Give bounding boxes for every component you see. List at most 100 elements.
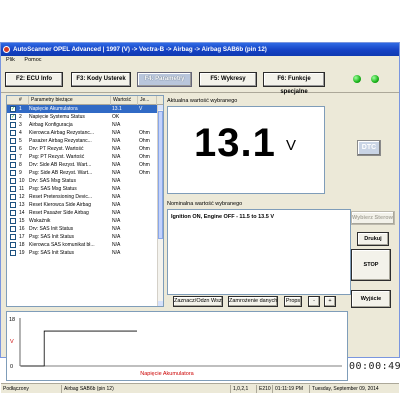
mark-all-button[interactable]: Zaznacz/Odzn Wszystkie: [173, 296, 223, 307]
row-checkbox[interactable]: [10, 234, 16, 240]
row-unit: Ohm: [139, 170, 150, 176]
table-row[interactable]: 8 Drv: Side AB Rezyst. Wart... N/A Ohm: [7, 161, 157, 169]
row-checkbox[interactable]: [10, 194, 16, 200]
row-parameter-name: Drv: SAS Msg Status: [29, 178, 76, 184]
row-checkbox[interactable]: ✓: [10, 106, 16, 112]
row-checkbox[interactable]: [10, 178, 16, 184]
table-row[interactable]: 18 Kierowca SAS komunikat bł... N/A: [7, 241, 157, 249]
row-parameter-name: Kierowca Airbag Rezystanc...: [29, 130, 95, 136]
props-button[interactable]: Props: [284, 296, 302, 307]
dtc-button[interactable]: DTC: [357, 140, 381, 156]
row-checkbox[interactable]: [10, 210, 16, 216]
table-row[interactable]: 11 Psg: SAS Msg Status N/A: [7, 185, 157, 193]
row-value: N/A: [112, 130, 121, 136]
table-row[interactable]: 15 Wskaźnik N/A: [7, 217, 157, 225]
row-parameter-name: Napięcie Akumulatora: [29, 106, 78, 112]
row-checkbox[interactable]: ✓: [10, 114, 16, 120]
row-checkbox[interactable]: [10, 162, 16, 168]
status-time: 01:11:19 PM: [272, 385, 309, 393]
menu-item-help[interactable]: Pomoc: [24, 57, 41, 63]
title-bar[interactable]: AutoScanner OPEL Advanced | 1997 (V) -> …: [1, 43, 399, 56]
tab-fault-codes[interactable]: F3: Kody Usterek: [71, 72, 131, 87]
table-row[interactable]: 14 Reset Pasażer Side Airbag N/A: [7, 209, 157, 217]
zoom-in-button[interactable]: +: [324, 296, 336, 307]
table-row[interactable]: 13 Reset Kierowca Side Airbag N/A: [7, 201, 157, 209]
row-value: N/A: [112, 226, 121, 232]
row-value: N/A: [112, 218, 121, 224]
parameters-table: # Parametry bieżące Wartość Je... ✓ 1 Napi…: [6, 95, 164, 307]
tab-special-functions[interactable]: F6: Funkcje specjalne: [263, 72, 325, 95]
column-header-number[interactable]: #: [17, 96, 29, 105]
nominal-value-text: Ignition ON, Engine OFF - 11.5 to 13.5 V: [171, 214, 274, 220]
table-row[interactable]: 12 Reset Pretensioning Devic... N/A: [7, 193, 157, 201]
row-checkbox[interactable]: [10, 186, 16, 192]
row-number: 4: [19, 130, 22, 136]
row-unit: Ohm: [139, 138, 150, 144]
row-parameter-name: Airbag Konfiguracja: [29, 122, 73, 128]
row-value: N/A: [112, 122, 121, 128]
row-checkbox[interactable]: [10, 154, 16, 160]
row-checkbox[interactable]: [10, 226, 16, 232]
row-checkbox[interactable]: [10, 146, 16, 152]
tab-parameters[interactable]: F4: Parametry: [137, 72, 192, 87]
row-value: OK: [112, 114, 120, 120]
row-checkbox[interactable]: [10, 218, 16, 224]
table-scrollbar[interactable]: [157, 105, 163, 306]
column-header-value[interactable]: Wartość: [111, 96, 138, 105]
row-value: N/A: [112, 242, 121, 248]
column-header-parameter[interactable]: Parametry bieżące: [29, 96, 111, 105]
table-row[interactable]: ✓ 2 Napięcie Systemu Status OK: [7, 113, 157, 121]
row-value: N/A: [112, 234, 121, 240]
row-checkbox[interactable]: [10, 250, 16, 256]
tab-charts[interactable]: F5: Wykresy: [199, 72, 257, 87]
row-checkbox[interactable]: [10, 122, 16, 128]
menu-item-file[interactable]: Plik: [6, 57, 15, 63]
table-row[interactable]: 9 Psg: Side AB Rezyst. Wart... N/A Ohm: [7, 169, 157, 177]
table-row[interactable]: 16 Drv: SAS Init Status N/A: [7, 225, 157, 233]
save-data-button[interactable]: Zamrożenie danych: [228, 296, 278, 307]
row-unit: V: [139, 106, 143, 112]
column-header-unit[interactable]: Je...: [138, 96, 157, 105]
scroll-up-arrow-icon[interactable]: [158, 105, 163, 110]
graph-unit-label: V: [10, 339, 14, 345]
row-number: 7: [19, 154, 22, 160]
table-row[interactable]: 3 Airbag Konfiguracja N/A: [7, 121, 157, 129]
nominal-value-display: Ignition ON, Engine OFF - 11.5 to 13.5 V: [167, 209, 351, 295]
row-number: 19: [19, 250, 25, 256]
table-row[interactable]: 4 Kierowca Airbag Rezystanc... N/A Ohm: [7, 129, 157, 137]
row-value: N/A: [112, 170, 121, 176]
tab-ecu-info[interactable]: F2: ECU Info: [5, 72, 63, 87]
graph-y-min-label: 0: [10, 364, 13, 370]
table-row[interactable]: 10 Drv: SAS Msg Status N/A: [7, 177, 157, 185]
table-row[interactable]: 19 Psg: SAS Init Status N/A: [7, 249, 157, 257]
print-button[interactable]: Drukuj: [357, 232, 389, 246]
row-checkbox[interactable]: [10, 202, 16, 208]
row-unit: Ohm: [139, 162, 150, 168]
row-value: N/A: [112, 178, 121, 184]
function-tabs: F2: ECU Info F3: Kody Usterek F4: Parame…: [1, 65, 399, 95]
row-number: 8: [19, 162, 22, 168]
row-number: 1: [19, 106, 22, 112]
table-row[interactable]: 7 Psg: PT Rezyst. Wartość N/A Ohm: [7, 153, 157, 161]
stop-button[interactable]: STOP: [351, 249, 391, 281]
table-row[interactable]: ✓ 1 Napięcie Akumulatora 13.1 V: [7, 105, 157, 113]
row-parameter-name: Pasażer Airbag Rezystanc...: [29, 138, 92, 144]
live-graph: 18 0 V Napięcie Akumulatora: [6, 311, 348, 381]
row-value: N/A: [112, 186, 121, 192]
table-header: # Parametry bieżące Wartość Je...: [7, 96, 163, 105]
scroll-down-arrow-icon[interactable]: [158, 301, 163, 306]
row-parameter-name: Psg: SAS Init Status: [29, 250, 75, 256]
table-row[interactable]: 17 Psg: SAS Init Status N/A: [7, 233, 157, 241]
row-checkbox[interactable]: [10, 138, 16, 144]
select-module-button[interactable]: Wybierz Sterown: [351, 211, 395, 225]
row-checkbox[interactable]: [10, 170, 16, 176]
row-checkbox[interactable]: [10, 130, 16, 136]
zoom-out-button[interactable]: -: [308, 296, 320, 307]
row-unit: Ohm: [139, 130, 150, 136]
table-row[interactable]: 5 Pasażer Airbag Rezystanc... N/A Ohm: [7, 137, 157, 145]
status-date: Tuesday, September 09, 2014: [309, 385, 399, 393]
row-checkbox[interactable]: [10, 242, 16, 248]
exit-button[interactable]: Wyjście: [351, 290, 391, 308]
scroll-thumb[interactable]: [158, 111, 163, 239]
table-row[interactable]: 6 Drv: PT Rezyst. Wartość N/A Ohm: [7, 145, 157, 153]
